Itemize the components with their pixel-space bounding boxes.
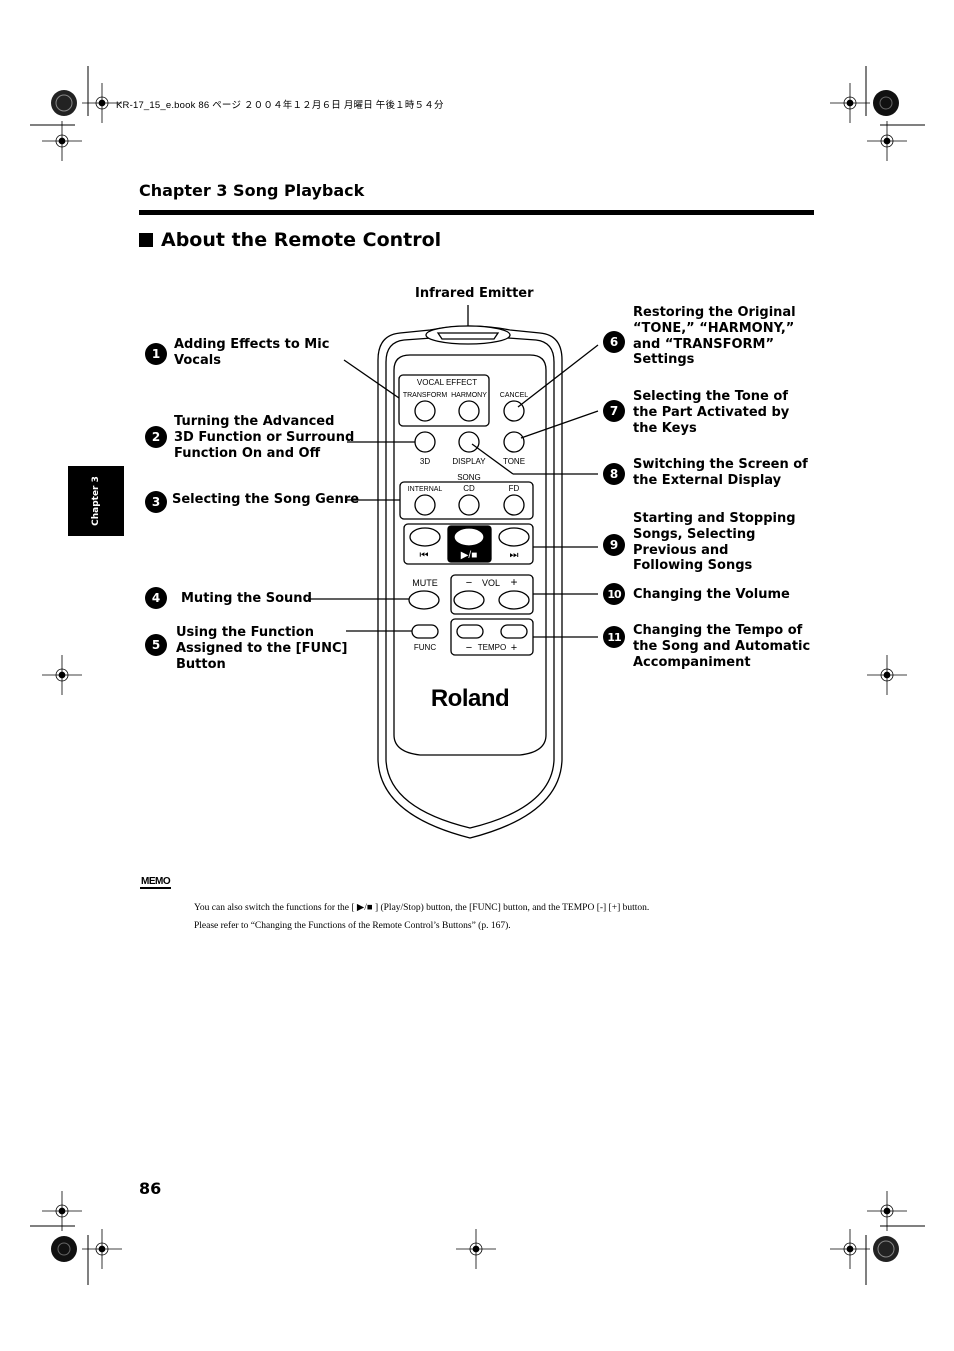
vol-plus-label: +: [510, 575, 517, 589]
harmony-button[interactable]: [458, 400, 480, 422]
callout-text-5: Using the Function Assigned to the [FUNC…: [176, 625, 348, 672]
memo-line-1: You can also switch the functions for th…: [194, 903, 650, 913]
next-icon: ⏭: [510, 550, 519, 561]
transform-button[interactable]: [414, 400, 436, 422]
vol-label: VOL: [482, 578, 500, 588]
callout-number-6: 6: [603, 331, 625, 353]
display-label: DISPLAY: [452, 457, 486, 466]
tone-button[interactable]: [503, 431, 525, 453]
callout-text-3: Selecting the Song Genre: [172, 492, 360, 507]
callout-number-11: 11: [603, 626, 625, 648]
callout-text-6: Restoring the Original “TONE,” “HARMONY,…: [633, 305, 796, 368]
tempo-plus-label: +: [511, 642, 517, 654]
fd-label: FD: [509, 484, 520, 493]
play-stop-button[interactable]: [453, 527, 485, 547]
page-number: 86: [139, 1179, 162, 1198]
registration-crosshair-icon: [830, 1229, 870, 1269]
callout-number-3: 3: [145, 491, 167, 513]
callout-number-7: 7: [603, 400, 625, 422]
registration-crosshair-icon: [42, 1191, 82, 1231]
3d-label: 3D: [420, 457, 430, 466]
tempo-minus-label: −: [466, 642, 472, 654]
callout-text-4: Muting the Sound: [181, 591, 312, 606]
mute-button[interactable]: [408, 590, 440, 610]
volume-down-button[interactable]: [453, 590, 485, 610]
callout-text-11: Changing the Tempo of the Song and Autom…: [633, 623, 811, 670]
callout-number-9: 9: [603, 534, 625, 556]
cancel-label: CANCEL: [500, 392, 529, 399]
registration-crosshair-icon: [867, 1191, 907, 1231]
vocal-effect-label: VOCAL EFFECT: [417, 378, 477, 387]
roland-logo: Roland: [431, 685, 509, 712]
tempo-label: TEMPO: [478, 643, 506, 652]
memo-icon: MEMO: [140, 876, 172, 889]
callout-number-10: 10: [603, 583, 625, 605]
play-stop-icon: ▶/■: [461, 550, 478, 561]
memo-text: You can also switch the functions for th…: [194, 899, 649, 935]
internal-button[interactable]: [414, 494, 436, 516]
callout-number-5: 5: [145, 634, 167, 656]
tone-label: TONE: [503, 457, 525, 466]
fd-button[interactable]: [503, 494, 525, 516]
callout-number-1: 1: [145, 343, 167, 365]
cd-label: CD: [463, 484, 475, 493]
callout-number-4: 4: [145, 587, 167, 609]
cd-button[interactable]: [458, 494, 480, 516]
remote-control-illustration: VOCAL EFFECT TRANSFORM HARMONY CANCEL 3D…: [308, 305, 599, 839]
func-label: FUNC: [414, 643, 436, 652]
callout-number-8: 8: [603, 463, 625, 485]
internal-label: INTERNAL: [408, 486, 443, 493]
harmony-label: HARMONY: [451, 392, 487, 399]
tempo-up-button[interactable]: [500, 624, 528, 639]
callout-text-8: Switching the Screen of the External Dis…: [633, 457, 808, 488]
vol-minus-label: −: [466, 577, 472, 589]
tempo-down-button[interactable]: [456, 624, 484, 639]
callout-text-10: Changing the Volume: [633, 587, 790, 602]
callout-text-7: Selecting the Tone of the Part Activated…: [633, 389, 790, 436]
callout-text-2: Turning the Advanced 3D Function or Surr…: [174, 414, 355, 461]
transform-label: TRANSFORM: [403, 392, 448, 399]
prev-icon: ⏮: [420, 550, 429, 561]
song-label: SONG: [457, 473, 481, 482]
callout-text-1: Adding Effects to Mic Vocals: [174, 337, 330, 368]
func-button[interactable]: [411, 624, 439, 639]
volume-up-button[interactable]: [498, 590, 530, 610]
prev-button[interactable]: [409, 527, 441, 547]
callout-text-9: Starting and Stopping Songs, Selecting P…: [633, 511, 796, 574]
memo-line-2: Please refer to “Changing the Functions …: [194, 921, 511, 931]
registration-crosshair-icon: [456, 1229, 496, 1269]
mute-label: MUTE: [412, 578, 438, 588]
callout-number-2: 2: [145, 426, 167, 448]
display-button[interactable]: [458, 431, 480, 453]
3d-button[interactable]: [414, 431, 436, 453]
next-button[interactable]: [498, 527, 530, 547]
